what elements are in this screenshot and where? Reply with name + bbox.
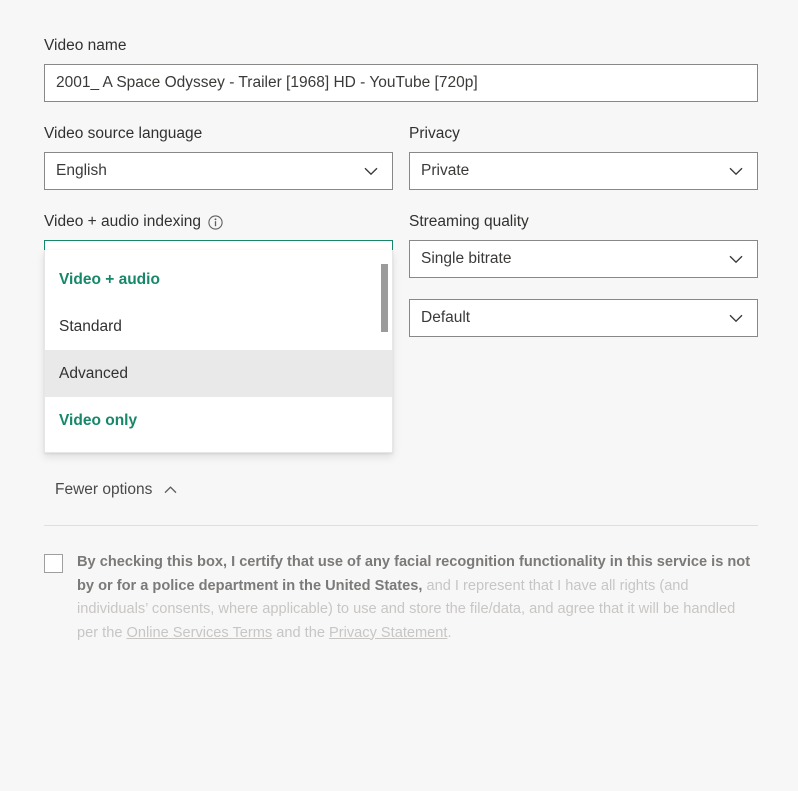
video-name-label-text: Video name: [44, 37, 127, 54]
video-name-label: Video name: [44, 36, 758, 56]
dropdown-scrollbar-thumb[interactable]: [381, 264, 388, 332]
indexing-option-video-audio[interactable]: Video + audio: [45, 256, 392, 303]
section-divider: [44, 525, 758, 526]
consent-text: By checking this box, I certify that use…: [77, 551, 758, 645]
video-settings-form: Video name 2001_ A Space Odyssey - Trail…: [44, 36, 758, 645]
chevron-down-icon: [729, 314, 743, 323]
facial-recognition-consent-checkbox[interactable]: [44, 554, 63, 573]
chevron-up-icon: [164, 486, 177, 494]
streaming-quality-label: Streaming quality: [409, 212, 758, 232]
source-language-select[interactable]: English: [44, 152, 393, 190]
source-language-value: English: [56, 162, 107, 179]
source-language-label: Video source language: [44, 124, 393, 144]
language-privacy-row: Video source language English Privacy Pr…: [44, 124, 758, 190]
extra-select-value: Default: [421, 309, 471, 326]
dropdown-scrollbar[interactable]: [381, 256, 390, 444]
privacy-label: Privacy: [409, 124, 758, 144]
consent-rest-2: and the: [272, 624, 330, 641]
indexing-streaming-row: Video + audio indexing Advanced Video + …: [44, 212, 758, 453]
streaming-quality-field-group: Streaming quality Single bitrate: [409, 212, 758, 278]
fewer-options-button[interactable]: Fewer options: [47, 477, 185, 503]
streaming-quality-label-text: Streaming quality: [409, 213, 529, 230]
chevron-down-icon: [729, 167, 743, 176]
info-circle-icon[interactable]: [208, 214, 223, 230]
privacy-statement-link[interactable]: Privacy Statement: [329, 625, 447, 641]
indexing-field-group: Video + audio indexing Advanced Video + …: [44, 212, 393, 453]
streaming-quality-select[interactable]: Single bitrate: [409, 240, 758, 278]
online-services-terms-link[interactable]: Online Services Terms: [127, 625, 273, 641]
indexing-label-text: Video + audio indexing: [44, 213, 201, 230]
video-name-input[interactable]: 2001_ A Space Odyssey - Trailer [1968] H…: [44, 64, 758, 102]
video-name-field-group: Video name 2001_ A Space Odyssey - Trail…: [44, 36, 758, 102]
privacy-label-text: Privacy: [409, 125, 460, 142]
privacy-value: Private: [421, 162, 470, 179]
indexing-label: Video + audio indexing: [44, 212, 393, 232]
fewer-options-row: Fewer options: [44, 477, 758, 503]
privacy-select[interactable]: Private: [409, 152, 758, 190]
extra-select-field-group: Default: [409, 299, 758, 337]
indexing-option-standard[interactable]: Standard: [45, 303, 392, 350]
indexing-option-advanced[interactable]: Advanced: [45, 350, 392, 397]
extra-select[interactable]: Default: [409, 299, 758, 337]
consent-row: By checking this box, I certify that use…: [44, 551, 758, 645]
indexing-option-video-only[interactable]: Video only: [45, 397, 392, 444]
source-language-field-group: Video source language English: [44, 124, 393, 190]
indexing-dropdown-panel: Video + audio Standard Advanced Video on…: [44, 250, 393, 453]
chevron-down-icon: [729, 255, 743, 264]
source-language-label-text: Video source language: [44, 125, 203, 142]
streaming-quality-value: Single bitrate: [421, 250, 512, 267]
video-name-row: Video name 2001_ A Space Odyssey - Trail…: [44, 36, 758, 102]
privacy-field-group: Privacy Private: [409, 124, 758, 190]
chevron-down-icon: [364, 167, 378, 176]
fewer-options-label: Fewer options: [55, 481, 153, 498]
consent-rest-3: .: [447, 624, 452, 641]
